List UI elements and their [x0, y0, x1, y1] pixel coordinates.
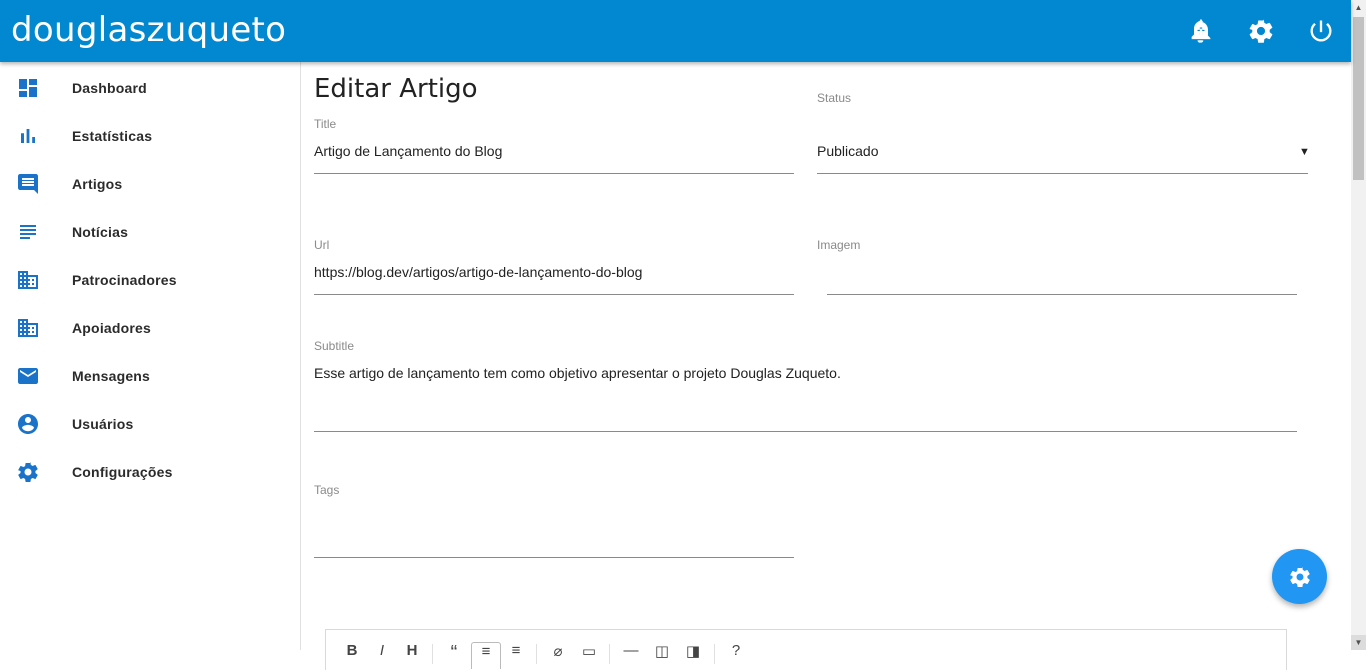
side-by-side-button[interactable]: ◨: [679, 642, 707, 668]
toolbar-separator: [609, 644, 610, 664]
sidebar-item-label: Usuários: [72, 416, 134, 432]
main-content: Editar Artigo Title Artigo de Lançamento…: [301, 62, 1351, 650]
subtitle-field-value[interactable]: Esse artigo de lançamento tem como objet…: [314, 365, 841, 381]
sidebar-item-artigos[interactable]: Artigos: [0, 160, 300, 208]
tags-field-label: Tags: [314, 483, 340, 497]
sidebar-item-label: Estatísticas: [72, 128, 153, 144]
sidebar-item-noticias[interactable]: Notícias: [0, 208, 300, 256]
help-button[interactable]: ?: [722, 642, 750, 668]
sidebar-item-usuarios[interactable]: Usuários: [0, 400, 300, 448]
image-field[interactable]: Imagem: [817, 238, 1297, 296]
sidebar-item-label: Mensagens: [72, 368, 151, 384]
image-field-underline: [827, 294, 1297, 295]
image-field-label: Imagem: [817, 238, 861, 252]
sidebar: Dashboard Estatísticas Artigos Notícias …: [0, 62, 301, 650]
ordered-list-button[interactable]: ≡: [502, 642, 530, 668]
bar-chart-icon: [16, 124, 40, 148]
sidebar-item-patrocinadores[interactable]: Patrocinadores: [0, 256, 300, 304]
heading-button[interactable]: H: [398, 642, 426, 668]
horizontal-rule-button[interactable]: —: [617, 642, 645, 668]
status-select-value[interactable]: Publicado: [817, 143, 879, 159]
sidebar-item-configuracoes[interactable]: Configurações: [0, 448, 300, 496]
dropdown-arrow-icon[interactable]: ▼: [1299, 146, 1310, 158]
dashboard-icon: [16, 76, 40, 100]
page-title: Editar Artigo: [314, 74, 478, 104]
toolbar-separator: [714, 644, 715, 664]
settings-fab-button[interactable]: [1272, 549, 1327, 604]
email-icon: [16, 364, 40, 388]
status-select[interactable]: Status Publicado ▼: [817, 91, 1310, 175]
url-field-label: Url: [314, 238, 330, 252]
sidebar-item-label: Notícias: [72, 224, 129, 240]
comment-icon: [16, 172, 40, 196]
link-button[interactable]: ⌀: [544, 642, 572, 668]
sidebar-item-label: Patrocinadores: [72, 272, 177, 288]
subtitle-field-label: Subtitle: [314, 339, 355, 353]
scroll-down-arrow-icon[interactable]: ▼: [1351, 635, 1366, 650]
title-field[interactable]: Title Artigo de Lançamento do Blog: [314, 117, 794, 175]
status-select-underline: [817, 173, 1308, 174]
status-select-label: Status: [817, 91, 852, 105]
notification-add-icon[interactable]: [1185, 15, 1217, 47]
italic-button[interactable]: I: [368, 642, 396, 668]
image-button[interactable]: ▭: [575, 642, 603, 668]
sidebar-item-mensagens[interactable]: Mensagens: [0, 352, 300, 400]
subtitle-field-underline: [314, 431, 1297, 432]
settings-icon: [16, 460, 40, 484]
sidebar-item-label: Dashboard: [72, 80, 147, 96]
sidebar-item-label: Configurações: [72, 464, 173, 480]
url-field-value[interactable]: https://blog.dev/artigos/artigo-de-lança…: [314, 264, 642, 280]
unordered-list-button[interactable]: ≡: [471, 642, 501, 669]
sidebar-item-label: Artigos: [72, 176, 123, 192]
business-icon: [16, 316, 40, 340]
scroll-up-arrow-icon[interactable]: ▲: [1351, 0, 1366, 15]
sidebar-item-dashboard[interactable]: Dashboard: [0, 64, 300, 112]
title-field-value[interactable]: Artigo de Lançamento do Blog: [314, 143, 502, 159]
url-field[interactable]: Url https://blog.dev/artigos/artigo-de-l…: [314, 238, 794, 296]
sidebar-item-label: Apoiadores: [72, 320, 152, 336]
business-icon: [16, 268, 40, 292]
app-bar: douglaszuqueto: [0, 0, 1351, 62]
preview-button[interactable]: ◫: [648, 642, 676, 668]
url-field-underline: [314, 294, 794, 295]
sidebar-item-estatisticas[interactable]: Estatísticas: [0, 112, 300, 160]
quote-button[interactable]: “: [440, 642, 468, 668]
account-circle-icon: [16, 412, 40, 436]
title-field-label: Title: [314, 117, 337, 131]
page-scrollbar[interactable]: ▲ ▼: [1351, 0, 1366, 650]
title-field-underline: [314, 173, 794, 174]
toolbar-separator: [432, 644, 433, 664]
tags-field-underline: [314, 557, 794, 558]
sidebar-item-apoiadores[interactable]: Apoiadores: [0, 304, 300, 352]
settings-icon: [1288, 565, 1312, 589]
tags-field[interactable]: Tags: [314, 483, 794, 559]
bold-button[interactable]: B: [338, 642, 366, 668]
scrollbar-thumb[interactable]: [1353, 17, 1364, 180]
power-icon[interactable]: [1305, 15, 1337, 47]
brand-title[interactable]: douglaszuqueto: [11, 10, 286, 50]
toolbar-separator: [536, 644, 537, 664]
subtitle-field[interactable]: Subtitle Esse artigo de lançamento tem c…: [314, 339, 1297, 433]
subject-icon: [16, 220, 40, 244]
settings-icon[interactable]: [1245, 15, 1277, 47]
